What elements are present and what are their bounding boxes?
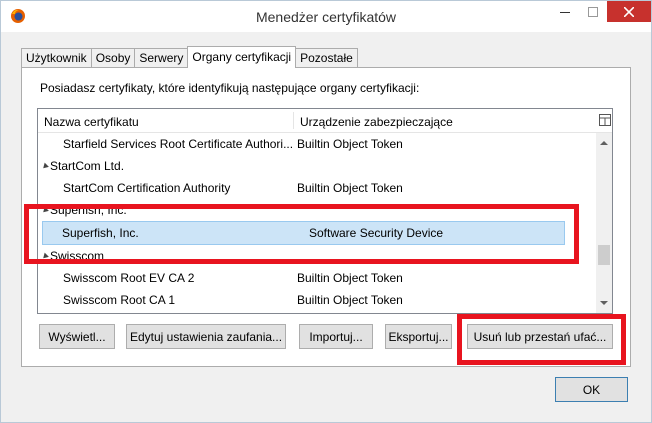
tree-row[interactable]: Swisscom Root EV CA 2 Builtin Object Tok… <box>38 267 596 289</box>
certificate-manager-window: Menedżer certyfikatów Użytkownik Osoby S… <box>0 0 652 423</box>
cert-name: StartCom Certification Authority <box>63 181 231 195</box>
view-button[interactable]: Wyświetl... <box>39 324 115 349</box>
column-header-device[interactable]: Urządzenie zabezpieczające <box>300 115 453 129</box>
tree-group-row[interactable]: StartCom Ltd. <box>38 155 596 177</box>
close-icon <box>624 6 634 17</box>
cert-device: Builtin Object Token <box>297 137 403 151</box>
close-button[interactable] <box>607 1 651 22</box>
maximize-button[interactable] <box>579 1 607 22</box>
tab-servers[interactable]: Serwery <box>134 48 189 68</box>
tree-row[interactable]: StartCom Certification Authority Builtin… <box>38 177 596 199</box>
edit-trust-button[interactable]: Edytuj ustawienia zaufania... <box>126 324 286 349</box>
cert-device: Builtin Object Token <box>297 271 403 285</box>
minimize-icon <box>560 11 570 13</box>
tab-people[interactable]: Osoby <box>90 48 136 68</box>
scroll-up-icon[interactable] <box>600 141 608 145</box>
cert-name: Starfield Services Root Certificate Auth… <box>63 137 294 151</box>
import-button[interactable]: Importuj... <box>299 324 373 349</box>
cert-device: Builtin Object Token <box>297 293 403 307</box>
tree-row[interactable]: Swisscom Root CA 1 Builtin Object Token <box>38 289 596 311</box>
column-header-name[interactable]: Nazwa certyfikatu <box>44 115 139 129</box>
group-name: StartCom Ltd. <box>50 159 125 173</box>
ok-button[interactable]: OK <box>555 377 628 402</box>
cert-name: Swisscom Root CA 1 <box>63 293 176 307</box>
export-button[interactable]: Eksportuj... <box>385 324 452 349</box>
scroll-thumb[interactable] <box>598 245 610 265</box>
column-picker-icon[interactable] <box>599 114 611 126</box>
intro-text: Posiadasz certyfikaty, które identyfikuj… <box>40 81 420 95</box>
column-separator[interactable] <box>293 112 294 129</box>
cert-device: Builtin Object Token <box>297 181 403 195</box>
tree-header: Nazwa certyfikatu Urządzenie zabezpiecza… <box>38 109 612 133</box>
expand-triangle-icon[interactable] <box>41 162 49 171</box>
vertical-scrollbar[interactable] <box>596 133 612 313</box>
maximize-icon <box>588 6 598 17</box>
tab-others[interactable]: Pozostałe <box>295 48 358 68</box>
title-bar[interactable]: Menedżer certyfikatów <box>1 1 651 32</box>
scroll-down-icon[interactable] <box>600 301 608 305</box>
minimize-button[interactable] <box>551 1 579 22</box>
highlight-box-delete-button <box>457 314 626 365</box>
tab-strip: Użytkownik Osoby Serwery Organy certyfik… <box>21 46 358 68</box>
tab-user[interactable]: Użytkownik <box>21 48 92 68</box>
tree-row[interactable]: Starfield Services Root Certificate Auth… <box>38 133 596 155</box>
tab-authorities[interactable]: Organy certyfikacji <box>187 46 297 68</box>
highlight-box-superfish <box>24 204 579 264</box>
cert-name: Swisscom Root EV CA 2 <box>63 271 195 285</box>
